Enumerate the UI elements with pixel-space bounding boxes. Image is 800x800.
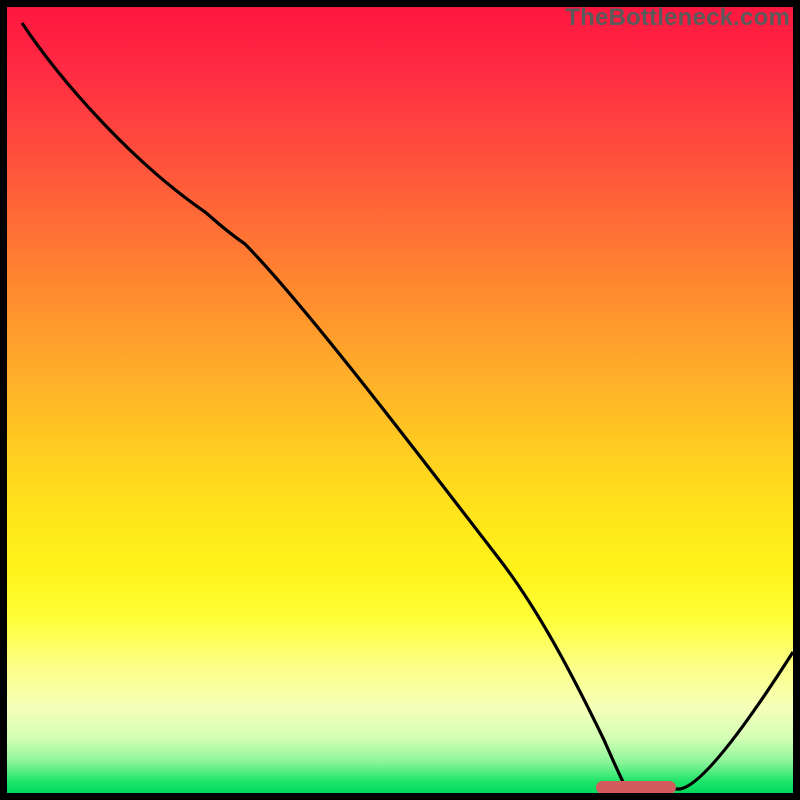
heat-gradient-background (7, 7, 793, 793)
watermark-text: TheBottleneck.com (565, 4, 790, 32)
bottleneck-chart: TheBottleneck.com (0, 0, 800, 800)
optimum-range-marker (596, 781, 676, 794)
